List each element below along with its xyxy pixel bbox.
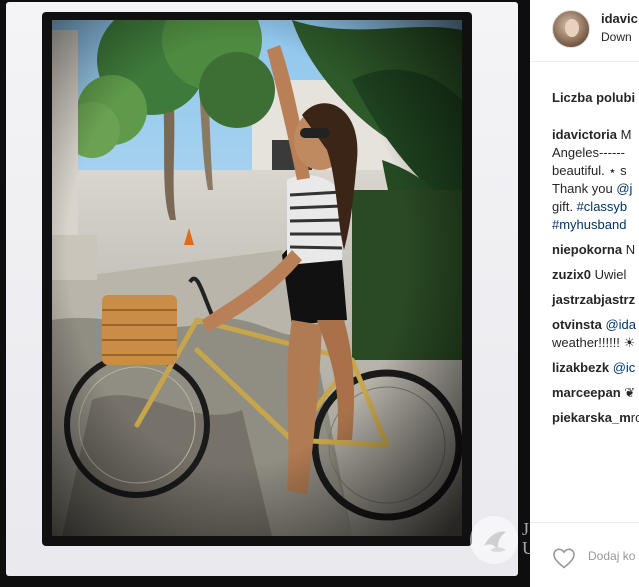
comment-mention-link[interactable]: @j — [616, 181, 632, 196]
post-sidebar: idavic Down Liczba polubi idavictoria MA… — [530, 0, 639, 587]
comment-line: Angeles------ — [552, 144, 639, 162]
comment-text: rower kochar — [630, 410, 639, 425]
header-username-link[interactable]: idavic — [601, 11, 638, 26]
comment-username-link[interactable]: zuzix0 — [552, 267, 591, 282]
comment-line: gift. #classyb — [552, 198, 639, 216]
comment-text: Angeles------ — [552, 145, 625, 160]
comment-text: N — [622, 242, 636, 257]
comment-item: zuzix0 Uwiel — [552, 266, 639, 284]
comment-line: #myhusband — [552, 216, 639, 234]
post-footer: Dodaj ko — [530, 522, 639, 587]
comment-username-link[interactable]: jastrzabjastrz — [552, 292, 635, 307]
heart-icon[interactable] — [552, 547, 576, 569]
watermark-letter-2: U — [522, 538, 530, 558]
comment-item: lizakbezk @ic — [552, 359, 639, 377]
comment-username-link[interactable]: otvinsta — [552, 317, 602, 332]
comment-line: lizakbezk @ic — [552, 359, 639, 377]
likes-count[interactable]: Liczba polubi — [552, 90, 635, 105]
comment-username-link[interactable]: piekarska_m — [552, 410, 631, 425]
comment-mention-link[interactable]: #myhusband — [552, 217, 626, 232]
comment-text: Thank you — [552, 181, 617, 196]
comment-mention-link[interactable]: #classyb — [577, 199, 628, 214]
comment-text: Uwiel — [591, 267, 627, 282]
comment-text: weather!!!!!! ☀ — [552, 335, 636, 350]
comment-line: piekarska_mrower kochar — [552, 409, 639, 427]
comment-text: beautiful. ⋆ s — [552, 163, 627, 178]
comment-line: marceepan ❦ — [552, 384, 639, 402]
avatar[interactable] — [552, 10, 590, 48]
comment-line: weather!!!!!! ☀ — [552, 334, 639, 352]
comment-item: otvinsta @ida weather!!!!!! ☀ — [552, 316, 639, 352]
comment-username-link[interactable]: niepokorna — [552, 242, 622, 257]
comment-item: jastrzabjastrz — [552, 291, 639, 309]
post-photo-panel: J U — [0, 0, 530, 587]
comment-item: niepokorna N — [552, 241, 639, 259]
comment-mention-link[interactable]: @ic — [613, 360, 636, 375]
comments-list: idavictoria M Angeles------ beautiful. ⋆ s… — [552, 126, 639, 434]
watermark-text: J U — [522, 520, 530, 560]
comment-username-link[interactable]: lizakbezk — [552, 360, 609, 375]
comment-mention-link[interactable]: @ida — [605, 317, 636, 332]
post-photo[interactable] — [52, 20, 462, 536]
comment-item: piekarska_mrower kochar — [552, 409, 639, 427]
bird-watermark-icon — [484, 531, 506, 552]
comment-item: idavictoria M Angeles------ beautiful. ⋆ s… — [552, 126, 639, 234]
comment-line: idavictoria M — [552, 126, 639, 144]
comment-line: niepokorna N — [552, 241, 639, 259]
comment-text: ❦ — [620, 385, 636, 400]
watermark-logo — [470, 516, 518, 564]
comment-line: beautiful. ⋆ s — [552, 162, 639, 180]
comment-line: Thank you @j — [552, 180, 639, 198]
post-header: idavic Down — [530, 0, 639, 62]
comment-item: marceepan ❦ — [552, 384, 639, 402]
comment-line: jastrzabjastrz — [552, 291, 639, 309]
watermark-letter-1: J — [522, 520, 530, 539]
comment-username-link[interactable]: marceepan — [552, 385, 621, 400]
comment-line: zuzix0 Uwiel — [552, 266, 639, 284]
add-comment-input[interactable]: Dodaj ko — [588, 549, 635, 563]
comment-text: gift. — [552, 199, 577, 214]
comment-username-link[interactable]: idavictoria — [552, 127, 617, 142]
header-location-link[interactable]: Down — [601, 30, 632, 44]
comment-text: M — [617, 127, 632, 142]
comment-line: otvinsta @ida — [552, 316, 639, 334]
